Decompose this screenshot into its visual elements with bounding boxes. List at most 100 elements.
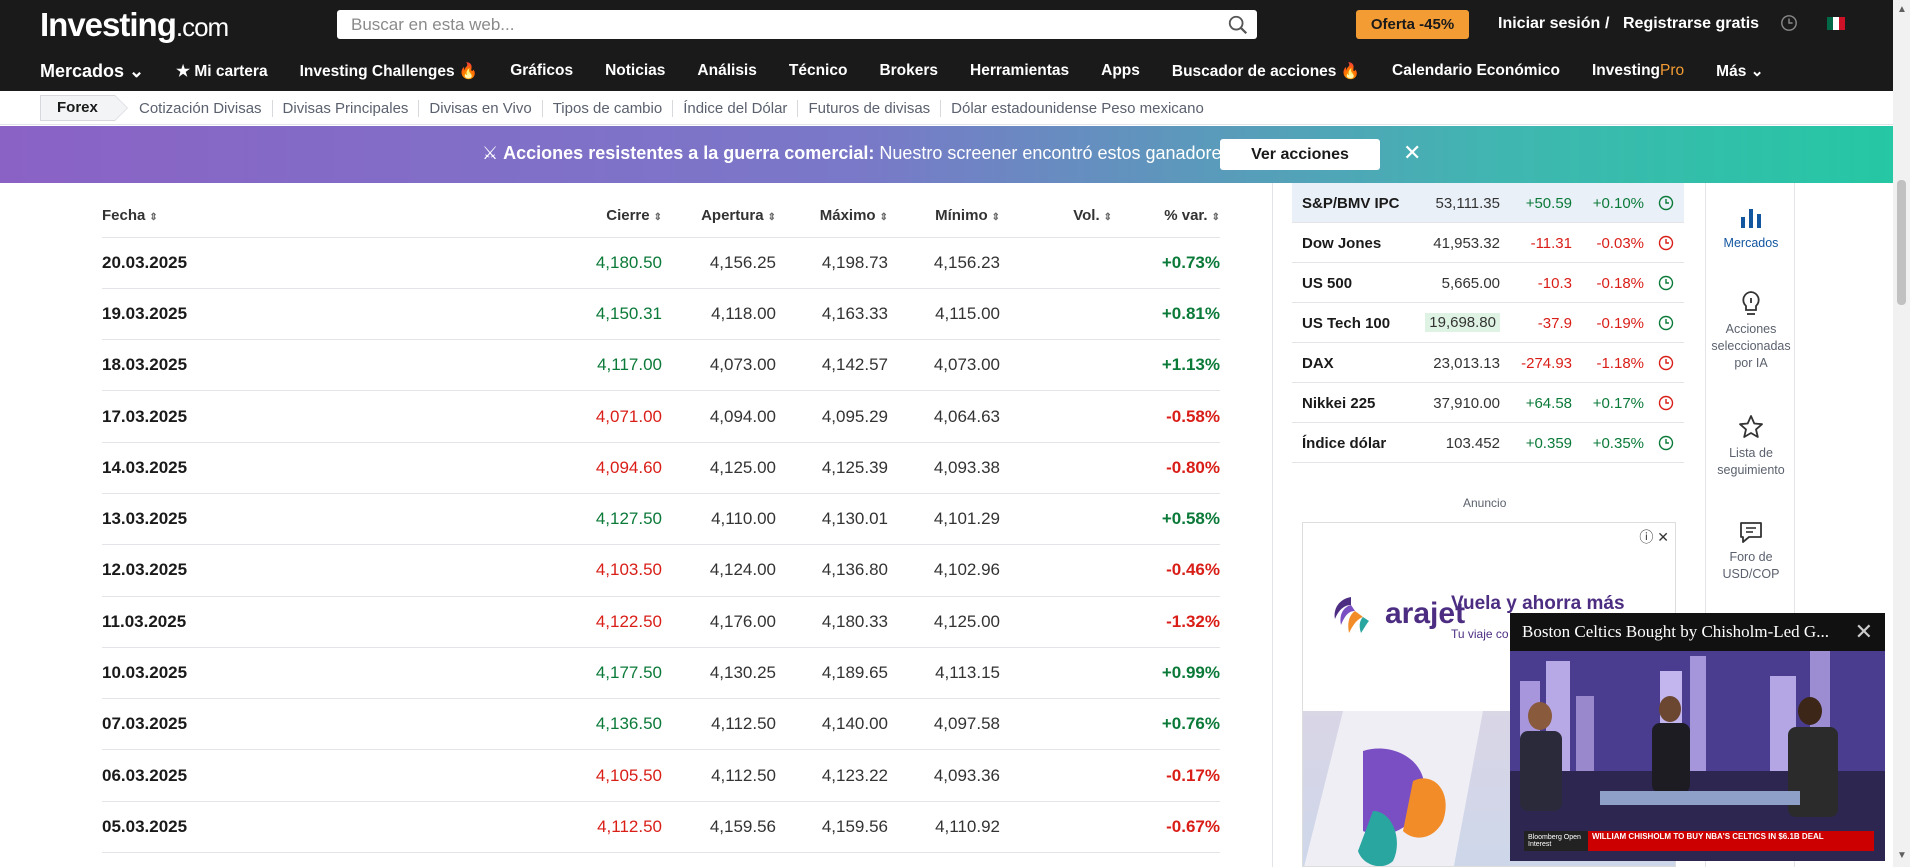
offer-button[interactable]: Oferta -45% [1356,10,1469,39]
subnav-link[interactable]: Divisas Principales [273,100,420,117]
market-percent: +0.35% [1592,435,1644,452]
search-input[interactable] [337,10,1197,39]
scroll-up-arrow-icon[interactable]: ▲ [1897,4,1907,15]
market-name[interactable]: S&P/BMV IPC [1302,195,1400,212]
auth-separator: / [1605,15,1610,32]
subnav-link[interactable]: Índice del Dólar [673,100,799,117]
subnav-link[interactable]: Futuros de divisas [798,100,942,117]
table-row: 10.03.2025 4,177.50 4,130.25 4,189.65 4,113.… [102,647,1220,700]
col-maximo[interactable]: Máximo ⇕ [776,194,888,238]
mexico-flag-icon[interactable] [1827,17,1845,30]
nav-investingpro[interactable]: InvestingPro [1592,62,1684,80]
table-row: 18.03.2025 4,117.00 4,073.00 4,142.57 4,073.… [102,339,1220,392]
star-icon [1739,415,1763,438]
nav-item[interactable]: Investing Challenges 🔥 [300,62,479,81]
market-row[interactable]: Nikkei 225 37,910.00 +64.58 +0.17% [1292,383,1684,423]
forex-tab[interactable]: Forex [40,95,128,121]
market-percent: +0.17% [1592,395,1644,412]
market-price: 19,698.80 [1425,313,1500,332]
market-row[interactable]: Índice dólar 103.452 +0.359 +0.35% [1292,423,1684,463]
nav-item[interactable]: Apps [1101,62,1140,80]
ver-acciones-button[interactable]: Ver acciones [1220,139,1380,170]
banner-close-icon[interactable]: ✕ [1403,140,1421,166]
nav-item[interactable]: Mercados ⌄ [40,61,144,82]
video-ticker-text: WILLIAM CHISHOLM TO BUY NBA'S CELTICS IN… [1592,832,1824,841]
nav-item[interactable]: ★ Mi cartera [176,62,267,81]
cell-open: 4,125.00 [662,442,776,494]
cell-date: 07.03.2025 [102,698,522,751]
col-minimo[interactable]: Mínimo ⇕ [888,194,1000,238]
col-apertura[interactable]: Apertura ⇕ [662,194,776,238]
market-name[interactable]: US Tech 100 [1302,315,1390,332]
nav-more[interactable]: Más ⌄ [1716,62,1763,81]
market-price: 37,910.00 [1433,395,1500,412]
historical-data-table: Fecha ⇕ Cierre ⇕ Apertura ⇕ Máximo ⇕ Mínimo ⇕… [102,194,1220,854]
nav-item[interactable]: Gráficos [510,62,573,80]
cell-low: 4,073.00 [888,339,1000,392]
cell-close: 4,122.50 [522,596,662,648]
clock-icon[interactable] [1780,14,1798,32]
cell-close: 4,127.50 [522,493,662,546]
market-price: 41,953.32 [1433,235,1500,252]
sort-icon: ⇕ [1103,211,1112,223]
subnav-link[interactable]: Tipos de cambio [543,100,674,117]
scroll-thumb[interactable] [1897,180,1906,305]
nav-item[interactable]: Técnico [789,62,848,80]
subnav-link[interactable]: Divisas en Vivo [419,100,543,117]
cell-close: 4,117.00 [522,339,662,392]
ad-label: Anuncio [1463,496,1507,510]
market-row[interactable]: US Tech 100 19,698.80 -37.9 -0.19% [1292,303,1684,343]
nav-item[interactable]: Herramientas [970,62,1069,80]
register-link[interactable]: Registrarse gratis [1623,15,1759,33]
market-name[interactable]: Índice dólar [1302,435,1386,452]
col-var[interactable]: % var. ⇕ [1112,194,1220,238]
cell-change: -1.32% [1112,596,1220,648]
rail-watchlist[interactable]: Lista de seguimiento [1706,413,1796,479]
bar-chart-icon [1741,209,1761,228]
login-link[interactable]: Iniciar sesión [1498,15,1600,33]
subnav-link[interactable]: Dólar estadounidense Peso mexicano [941,100,1214,117]
market-name[interactable]: Dow Jones [1302,235,1381,252]
market-percent: -0.18% [1596,275,1644,292]
rail-acciones-ia[interactable]: Acciones seleccionadas por IA [1706,289,1796,372]
video-frame[interactable]: Bloomberg Open Interest WILLIAM CHISHOLM… [1510,651,1885,861]
page-scrollbar[interactable]: ▲ ▼ [1893,0,1910,867]
market-change: -274.93 [1521,355,1572,372]
market-name[interactable]: US 500 [1302,275,1352,292]
search-icon[interactable] [1227,14,1249,36]
market-name[interactable]: DAX [1302,355,1334,372]
ad-info-close-icon[interactable]: ⓘ ✕ [1639,527,1669,547]
col-vol[interactable]: Vol. ⇕ [1000,194,1112,238]
scroll-down-arrow-icon[interactable]: ▼ [1897,850,1907,861]
market-change: -10.3 [1537,275,1572,292]
rail-foro[interactable]: Foro de USD/COP [1706,519,1796,583]
col-cierre[interactable]: Cierre ⇕ [522,194,662,238]
market-row[interactable]: DAX 23,013.13 -274.93 -1.18% [1292,343,1684,383]
market-row[interactable]: Dow Jones 41,953.32 -11.31 -0.03% [1292,223,1684,263]
nav-item[interactable]: Análisis [697,62,756,80]
cell-close: 4,136.50 [522,698,662,751]
nav-item[interactable]: Brokers [879,62,938,80]
nav-item[interactable]: Buscador de acciones 🔥 [1172,62,1360,81]
subnav-link[interactable]: Cotización Divisas [129,100,273,117]
investing-logo[interactable]: Investing.com [40,6,229,44]
cell-high: 4,189.65 [776,647,888,700]
nav-item[interactable]: Noticias [605,62,665,80]
table-row: 19.03.2025 4,150.31 4,118.00 4,163.33 4,115.… [102,288,1220,341]
cell-open: 4,124.00 [662,544,776,597]
nav-item[interactable]: Calendario Económico [1392,62,1560,80]
video-show-tag: Bloomberg Open Interest [1524,831,1588,851]
cell-date: 18.03.2025 [102,339,522,392]
table-row: 11.03.2025 4,122.50 4,176.00 4,180.33 4,125.… [102,596,1220,648]
video-close-icon[interactable]: ✕ [1855,619,1873,645]
market-row[interactable]: S&P/BMV IPC 53,111.35 +50.59 +0.10% [1292,183,1684,223]
market-row[interactable]: US 500 5,665.00 -10.3 -0.18% [1292,263,1684,303]
rail-mercados[interactable]: Mercados [1706,205,1796,252]
market-name[interactable]: Nikkei 225 [1302,395,1375,412]
video-player[interactable]: Boston Celtics Bought by Chisholm-Led G.… [1510,613,1885,861]
market-clock-icon [1658,195,1674,211]
col-fecha[interactable]: Fecha ⇕ [102,194,522,238]
market-percent: -0.19% [1596,315,1644,332]
table-row: 14.03.2025 4,094.60 4,125.00 4,125.39 4,093.… [102,442,1220,494]
lightbulb-icon [1742,291,1760,315]
